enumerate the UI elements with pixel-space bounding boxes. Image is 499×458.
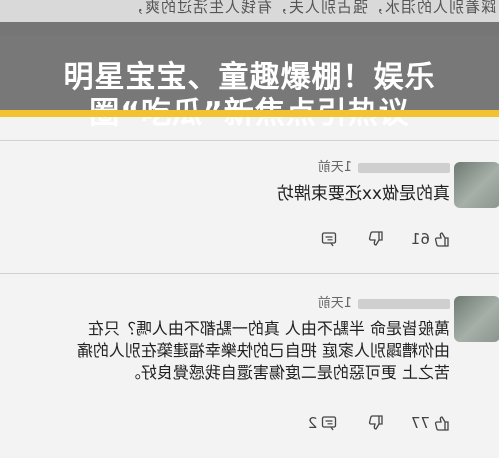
- comment-1-meta: 1天前: [318, 156, 450, 175]
- comment-2-meta: 1天前: [318, 292, 450, 311]
- thumbs-up-icon: [434, 232, 449, 247]
- username-redacted: [358, 162, 450, 173]
- comment-1-actions: 61: [270, 228, 450, 252]
- comment-time: 1天前: [317, 296, 352, 311]
- reply-count: 2: [307, 414, 318, 432]
- like-button[interactable]: 61: [411, 230, 450, 248]
- thumbs-down-icon: [369, 231, 383, 246]
- comment-card-1: 1天前 真的是做xx还要束牌坊 61: [0, 140, 499, 272]
- like-count: 77: [410, 414, 430, 432]
- avatar[interactable]: [454, 162, 499, 208]
- background-mirrored-text: 踩着别人的泪水，强占别人夫，有钱人生活过的爽，: [127, 0, 496, 16]
- reply-button[interactable]: 2: [308, 414, 338, 432]
- comment-2-line-2: 由你糟蹋別人家庭 把自己的快樂幸福建築在別人的痛: [76, 341, 450, 360]
- comment-2-line-1: 萬般皆是命 半點不由人 真的一點都不由人嗎？只在: [87, 319, 450, 338]
- thumbs-down-icon: [369, 415, 383, 430]
- thumbs-up-icon: [434, 416, 449, 431]
- username-redacted: [358, 298, 450, 309]
- comment-2-actions: 77 2: [250, 412, 450, 436]
- comment-icon: [322, 416, 337, 431]
- comment-time: 1天前: [317, 160, 352, 175]
- avatar[interactable]: [454, 296, 499, 342]
- comment-icon: [322, 232, 337, 247]
- comment-2-text: 萬般皆是命 半點不由人 真的一點都不由人嗎？只在 由你糟蹋別人家庭 把自己的快樂…: [4, 318, 450, 384]
- accent-bar: [0, 110, 499, 117]
- dislike-button[interactable]: [364, 231, 384, 247]
- comment-card-2: 1天前 萬般皆是命 半點不由人 真的一點都不由人嗎？只在 由你糟蹋別人家庭 把自…: [0, 274, 499, 458]
- reply-button[interactable]: [317, 231, 337, 247]
- dislike-button[interactable]: [364, 415, 384, 431]
- like-count: 61: [410, 230, 430, 248]
- comment-2-line-3: 苦之上 更可惡的是二度傷害還自我感覺良好。: [124, 363, 450, 382]
- like-button[interactable]: 77: [411, 414, 450, 432]
- comment-1-text: 真的是做xx还要束牌坊: [276, 184, 450, 204]
- headline-banner: 明星宝宝、童趣爆棚！娱乐 圈“吃瓜”新焦点引热议: [0, 22, 499, 131]
